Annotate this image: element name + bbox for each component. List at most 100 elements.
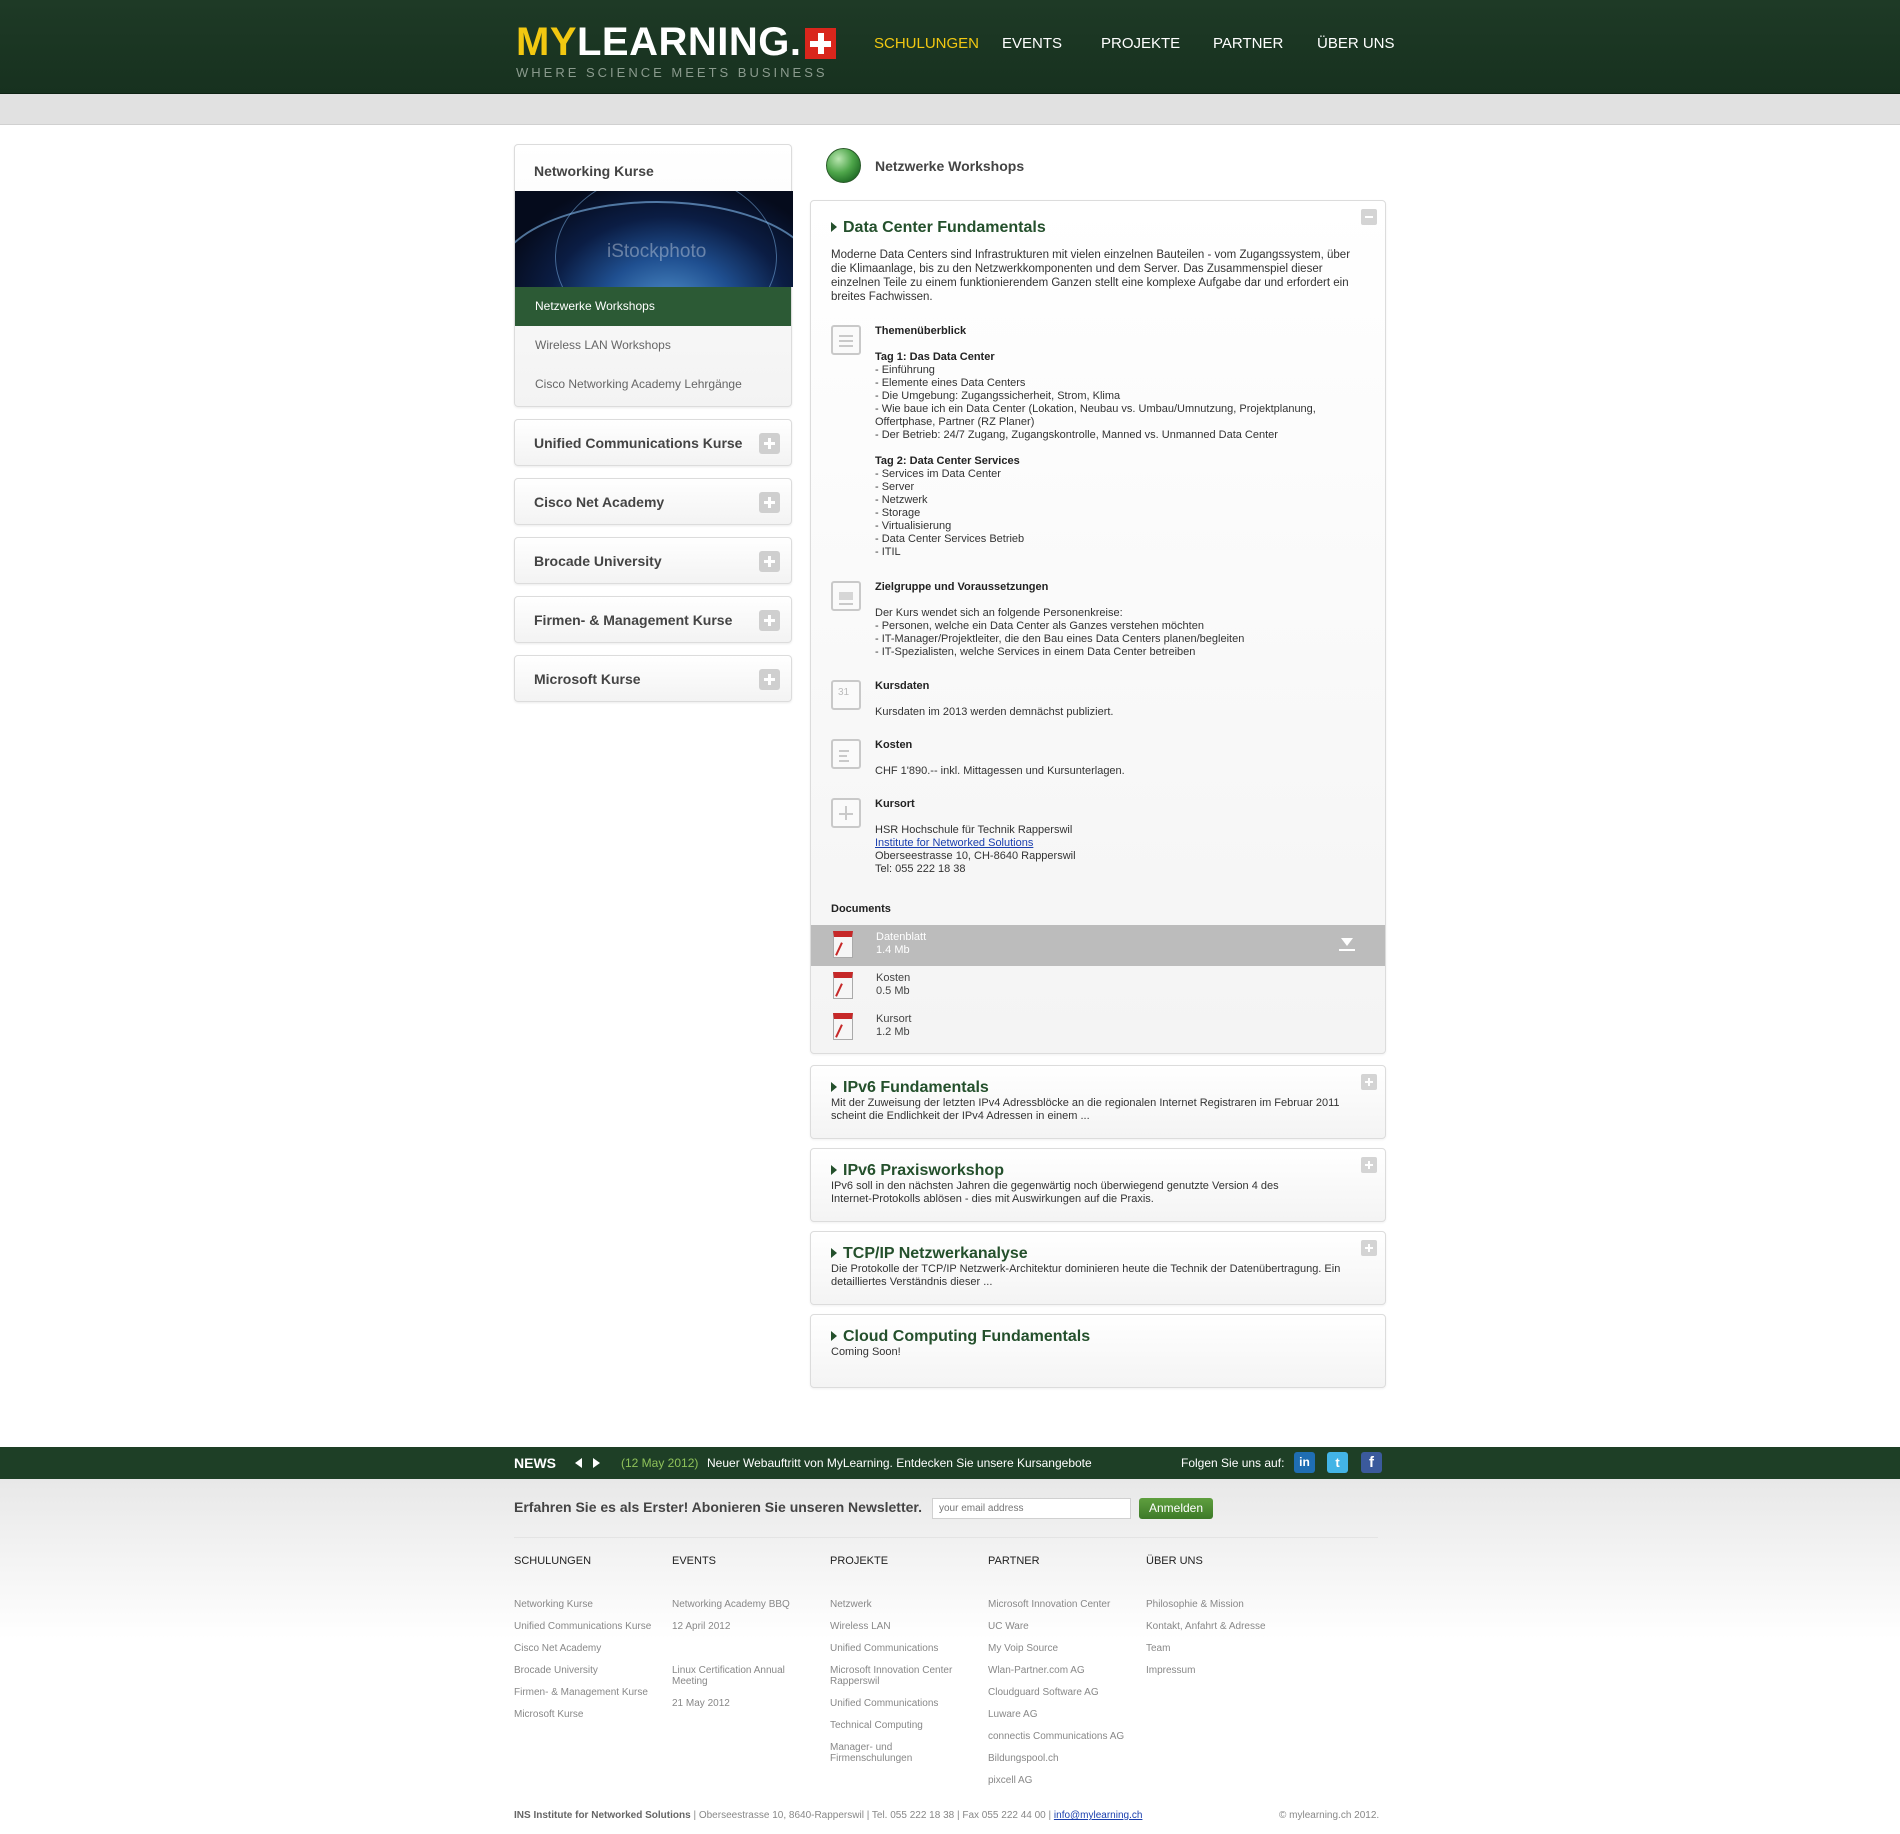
footer-link[interactable]: Cisco Net Academy [514, 1643, 601, 1655]
expand-plus-icon[interactable] [759, 551, 780, 572]
sidebar-category-unified-communications[interactable]: Unified Communications Kurse [514, 419, 792, 466]
sidebar-item-cisco-academy[interactable]: Cisco Networking Academy Lehrgänge [515, 365, 791, 404]
money-icon [831, 739, 861, 769]
footer-link[interactable]: Luware AG [988, 1709, 1037, 1721]
sidebar-item-netzwerke-workshops[interactable]: Netzwerke Workshops [515, 287, 791, 326]
footer-link[interactable]: Unified Communications [830, 1643, 938, 1655]
facebook-icon[interactable]: f [1361, 1452, 1382, 1473]
sidebar-category-firmen-management[interactable]: Firmen- & Management Kurse [514, 596, 792, 643]
kursdaten-section: 31 Kursdaten Kursdaten im 2013 werden de… [831, 680, 1361, 719]
footer-link[interactable]: Impressum [1146, 1665, 1195, 1677]
footer-link[interactable]: Microsoft Innovation Center [988, 1599, 1110, 1611]
nav-ueber-uns[interactable]: ÜBER UNS [1317, 35, 1395, 52]
document-row[interactable]: Datenblatt 1.4 Mb [811, 925, 1385, 966]
course-title[interactable]: TCP/IP Netzwerkanalyse [831, 1245, 1365, 1263]
expand-plus-icon[interactable] [759, 433, 780, 454]
footer-address-details: | Oberseestrasse 10, 8640-Rapperswil | T… [690, 1810, 1054, 1821]
image-watermark: iStockphoto [607, 241, 707, 262]
footer-link[interactable]: Rapperswil [830, 1676, 879, 1688]
footer-link[interactable]: Netzwerk [830, 1599, 872, 1611]
footer-link[interactable]: Cloudguard Software AG [988, 1687, 1099, 1699]
footer-company: INS Institute for Networked Solutions [514, 1810, 691, 1821]
footer-link[interactable]: Networking Kurse [514, 1599, 593, 1611]
nav-events[interactable]: EVENTS [1002, 35, 1062, 52]
footer-col-ueber-uns: ÜBER UNS Philosophie & Mission Kontakt, … [1146, 1555, 1266, 1676]
newsletter-text: Erfahren Sie es als Erster! Abonieren Si… [514, 1499, 922, 1515]
course-panel-ipv6-fundamentals[interactable]: IPv6 Fundamentals Mit der Zuweisung der … [810, 1065, 1386, 1139]
linkedin-icon[interactable]: in [1294, 1452, 1315, 1473]
footer-link[interactable]: Kontakt, Anfahrt & Adresse [1146, 1621, 1266, 1633]
document-row[interactable]: Kursort 1.2 Mb [811, 1007, 1385, 1048]
kursort-line: HSR Hochschule für Technik Rapperswil [875, 824, 1073, 836]
course-panel-data-center: Data Center Fundamentals Moderne Data Ce… [810, 200, 1386, 1054]
themen-title: Themenüberblick [875, 325, 967, 337]
footer-link[interactable]: Bildungspool.ch [988, 1753, 1059, 1765]
course-title[interactable]: Cloud Computing Fundamentals [831, 1328, 1365, 1346]
news-date: (12 May 2012) [621, 1456, 699, 1470]
footer-link[interactable]: Brocade University [514, 1665, 598, 1677]
footer-link[interactable]: UC Ware [988, 1621, 1029, 1633]
sidebar-box-title[interactable]: Networking Kurse [515, 145, 791, 191]
footer-link[interactable]: Wlan-Partner.com AG [988, 1665, 1085, 1677]
footer-event[interactable]: Networking Academy BBQ [672, 1599, 790, 1611]
kursort-title: Kursort [875, 798, 915, 810]
nav-partner[interactable]: PARTNER [1213, 35, 1283, 52]
footer-link[interactable]: connectis Communications AG [988, 1731, 1124, 1743]
course-teaser: Coming Soon! [831, 1346, 901, 1358]
footer-link[interactable]: Wireless LAN [830, 1621, 891, 1633]
sidebar-category-microsoft[interactable]: Microsoft Kurse [514, 655, 792, 702]
kursort-link[interactable]: Institute for Networked Solutions [875, 837, 1033, 849]
footer-event-date: 12 April 2012 [672, 1621, 731, 1632]
course-panel-ipv6-praxis[interactable]: IPv6 Praxisworkshop IPv6 soll in den näc… [810, 1148, 1386, 1222]
course-title[interactable]: Data Center Fundamentals [831, 219, 1364, 237]
footer-link[interactable]: Firmen- & Management Kurse [514, 1687, 648, 1699]
footer-link[interactable]: Microsoft Kurse [514, 1709, 583, 1721]
news-label: NEWS [514, 1455, 556, 1471]
day1-item: - Wie baue ich ein Data Center (Lokation… [875, 403, 1316, 428]
sidebar-item-wireless-lan[interactable]: Wireless LAN Workshops [515, 326, 791, 365]
subscribe-button[interactable]: Anmelden [1139, 1498, 1213, 1519]
footer-link[interactable]: pixcell AG [988, 1775, 1032, 1787]
footer-link[interactable]: Firmenschulungen [830, 1753, 912, 1765]
zielgruppe-item: - IT-Spezialisten, welche Services in ei… [875, 646, 1196, 658]
kursort-phone: Tel: 055 222 18 38 [875, 863, 966, 875]
nav-projekte[interactable]: PROJEKTE [1101, 35, 1180, 52]
logo[interactable]: MYLEARNING. WHERE SCIENCE MEETS BUSINESS [516, 22, 836, 80]
expand-plus-icon[interactable] [759, 492, 780, 513]
footer-link[interactable]: Philosophie & Mission [1146, 1599, 1244, 1611]
kosten-section: Kosten CHF 1'890.-- inkl. Mittagessen un… [831, 739, 1361, 778]
site-footer: Erfahren Sie es als Erster! Abonieren Si… [0, 1479, 1900, 1834]
next-arrow-icon[interactable] [593, 1458, 600, 1468]
footer-link[interactable]: Team [1146, 1643, 1170, 1655]
expand-plus-icon[interactable] [759, 669, 780, 690]
document-size: 1.2 Mb [876, 1026, 910, 1038]
footer-email-link[interactable]: info@mylearning.ch [1054, 1810, 1143, 1821]
news-text[interactable]: Neuer Webauftritt von MyLearning. Entdec… [707, 1456, 1092, 1470]
footer-link[interactable]: Technical Computing [830, 1720, 923, 1732]
footer-link[interactable]: Unified Communications [830, 1698, 938, 1710]
footer-link[interactable]: Unified Communications Kurse [514, 1621, 651, 1633]
calendar-day-label: 31 [838, 687, 850, 698]
course-panel-tcpip[interactable]: TCP/IP Netzwerkanalyse Die Protokolle de… [810, 1231, 1386, 1305]
course-title[interactable]: IPv6 Fundamentals [831, 1079, 1365, 1097]
document-row[interactable]: Kosten 0.5 Mb [811, 966, 1385, 1007]
prev-arrow-icon[interactable] [575, 1458, 582, 1468]
document-name: Kursort [876, 1013, 912, 1025]
pdf-icon [833, 972, 853, 999]
expand-plus-icon[interactable] [759, 610, 780, 631]
sidebar-category-brocade-university[interactable]: Brocade University [514, 537, 792, 584]
kosten-title: Kosten [875, 739, 913, 751]
nav-schulungen[interactable]: SCHULUNGEN [874, 35, 979, 52]
twitter-icon[interactable]: t [1327, 1452, 1348, 1473]
course-title[interactable]: IPv6 Praxisworkshop [831, 1162, 1365, 1180]
list-icon [831, 325, 861, 355]
course-panel-cloud[interactable]: Cloud Computing Fundamentals Coming Soon… [810, 1314, 1386, 1388]
footer-link[interactable]: My Voip Source [988, 1643, 1058, 1655]
download-icon[interactable] [1339, 938, 1355, 952]
course-teaser: Die Protokolle der TCP/IP Netzwerk-Archi… [831, 1263, 1341, 1275]
newsletter-email-input[interactable] [932, 1498, 1131, 1519]
course-teaser: Mit der Zuweisung der letzten IPv4 Adres… [831, 1097, 1340, 1109]
sidebar-category-cisco-net-academy[interactable]: Cisco Net Academy [514, 478, 792, 525]
zielgruppe-intro: Der Kurs wendet sich an folgende Persone… [875, 607, 1123, 619]
footer-event[interactable]: Meeting [672, 1676, 708, 1688]
